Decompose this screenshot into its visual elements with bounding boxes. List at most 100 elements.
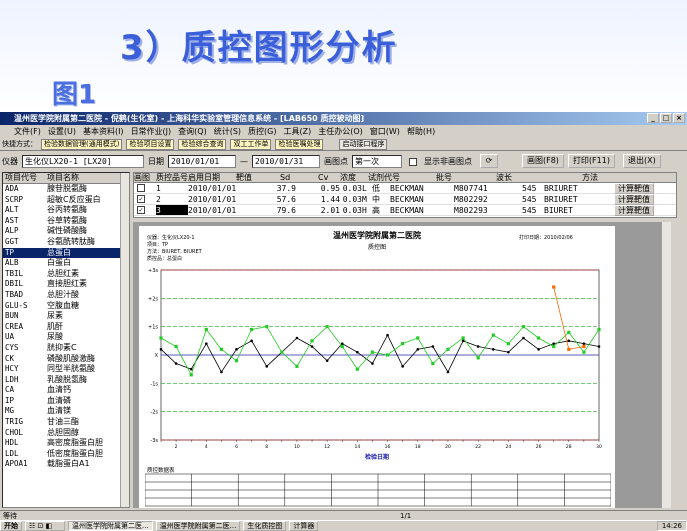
checkbox-icon[interactable] — [137, 184, 145, 192]
report-scrollbar[interactable] — [661, 222, 671, 508]
menu-item-6[interactable]: 质控(G) — [248, 126, 276, 137]
data-point — [416, 348, 420, 351]
lot-number: M807741 — [454, 184, 488, 193]
data-point — [204, 327, 208, 332]
menu-item-4[interactable]: 查询(Q) — [178, 126, 207, 137]
item-row[interactable]: LDH 乳酸脱氢酶 — [3, 375, 129, 386]
item-row[interactable]: MG 血清镁 — [3, 406, 129, 417]
item-row[interactable]: DBIL 直接胆红素 — [3, 279, 129, 290]
calc-target-button[interactable]: 计算靶值 — [614, 205, 654, 216]
item-row[interactable]: CA 血清钙 — [3, 385, 129, 396]
date-separator: — — [240, 156, 248, 166]
quick-data-management[interactable]: 检验数据管理(通用模式) — [41, 138, 123, 150]
draw-checkbox[interactable] — [134, 183, 156, 193]
chart-point-select[interactable]: 第一次 — [352, 154, 402, 168]
draw-checkbox[interactable]: ✓ — [134, 194, 156, 204]
item-code: CHOL — [5, 427, 24, 437]
item-row[interactable]: ALP 碱性磷酸酶 — [3, 226, 129, 237]
maximize-icon[interactable]: □ — [660, 113, 672, 123]
item-row[interactable]: CREA 肌酐 — [3, 322, 129, 333]
show-non-chart-checkbox[interactable] — [409, 157, 417, 166]
menu-item-0[interactable]: 文件(F) — [14, 126, 41, 137]
menu-item-1[interactable]: 设置(U) — [48, 126, 76, 137]
x-tick-label: 10 — [294, 444, 300, 450]
report-item: 项目：TP — [147, 242, 169, 248]
menu-item-7[interactable]: 工具(Z) — [284, 126, 312, 137]
print-button[interactable]: 打印(F11) — [567, 154, 615, 168]
item-row[interactable]: AST 谷草转氨酶 — [3, 216, 129, 227]
start-button[interactable]: 开始 — [0, 521, 22, 531]
item-row[interactable]: TP 总蛋白 — [3, 247, 129, 259]
data-point — [250, 327, 254, 332]
item-row[interactable]: SCRP 超敏C反应蛋白 — [3, 195, 129, 206]
qc-row[interactable]: ✓ 3 2010/01/01 79.6 2.01 0.03 H 高 BECKMAN M802293… — [134, 205, 676, 216]
item-row[interactable]: HCY 同型半胱氨酸 — [3, 364, 129, 375]
item-row[interactable]: CYS 胱抑素C — [3, 343, 129, 354]
sd-value: 0.95 — [320, 184, 340, 193]
item-row[interactable]: GLU-S 空腹血糖 — [3, 301, 129, 312]
chart-xlabel: 检验日期 — [364, 454, 389, 461]
quick-order-processing[interactable]: 检验医嘱处理 — [275, 138, 324, 150]
lot-number: M802292 — [454, 195, 488, 204]
quick-start-interface[interactable]: 启动接口程序 — [339, 138, 388, 150]
item-row[interactable]: LDL 低密度脂蛋白胆 — [3, 449, 129, 460]
quick-comprehensive-query[interactable]: 检验综合查询 — [178, 138, 227, 150]
menu-item-5[interactable]: 统计(S) — [214, 126, 241, 137]
task-calculator[interactable]: 计算器 — [289, 521, 319, 531]
draw-checkbox[interactable]: ✓ — [134, 205, 156, 215]
item-code: GLU-S — [5, 300, 28, 310]
task-app-2[interactable]: 温州医学院附属第二医... — [155, 521, 241, 531]
calc-target-button[interactable]: 计算靶值 — [614, 183, 654, 194]
checkbox-icon[interactable]: ✓ — [137, 195, 145, 203]
data-point — [174, 362, 178, 365]
item-row[interactable]: TBIL 总胆红素 — [3, 269, 129, 280]
qc-row[interactable]: ✓ 2 2010/01/01 57.6 1.44 0.03 M 中 BECKMAN M802292… — [134, 194, 676, 205]
checkbox-icon[interactable]: ✓ — [137, 206, 145, 214]
menu-item-2[interactable]: 基本资料(I) — [83, 126, 124, 137]
refresh-icon[interactable]: ⟳ — [480, 154, 498, 168]
item-name: 尿酸 — [47, 332, 63, 342]
item-row[interactable]: CHOL 总胆固醇 — [3, 428, 129, 439]
menu-item-9[interactable]: 窗口(W) — [370, 126, 400, 137]
item-row[interactable]: ALT 谷丙转氨酶 — [3, 205, 129, 216]
item-name: 低密度脂蛋白胆 — [47, 448, 103, 458]
taskbar: 开始 ☷ ⊡ ◧ 温州医学院附属第二医... 温州医学院附属第二医... 生化质… — [0, 520, 687, 531]
instrument-select[interactable]: 生化仪LX20-1 [LX20] — [22, 154, 144, 168]
item-code: TBIL — [5, 268, 24, 278]
minimize-icon[interactable]: _ — [647, 113, 659, 123]
quick-item-settings[interactable]: 检验项目设置 — [126, 138, 175, 150]
menu-item-3[interactable]: 日常作业(J) — [131, 126, 172, 137]
date-from-input[interactable]: 2010/01/01 — [168, 154, 236, 168]
item-row[interactable]: CK 磷酸肌酸激酶 — [3, 354, 129, 365]
col-item-code: 项目代号 — [5, 173, 37, 182]
task-app-1[interactable]: 温州医学院附属第二医... — [68, 521, 153, 531]
draw-button[interactable]: 画图(F8) — [522, 154, 564, 168]
target-value: 37.9 — [276, 184, 296, 193]
item-row[interactable]: ALB 白蛋白 — [3, 258, 129, 269]
date-to-input[interactable]: 2010/01/31 — [252, 154, 320, 168]
item-code: ADA — [5, 184, 19, 193]
menu-item-10[interactable]: 帮助(H) — [407, 126, 435, 137]
y-tick-label: X — [155, 353, 159, 359]
item-row[interactable]: TBAD 总胆汁酸 — [3, 290, 129, 301]
item-row[interactable]: HDL 高密度脂蛋白胆 — [3, 438, 129, 449]
status-text: 等待 — [3, 512, 17, 520]
menu-item-8[interactable]: 主任办公(O) — [318, 126, 363, 137]
item-row[interactable]: ADA 腺苷脱氨酶 — [3, 184, 129, 195]
item-row[interactable]: APOA1 载脂蛋白A1 — [3, 459, 129, 470]
qc-row[interactable]: 1 2010/01/01 37.9 0.95 0.03 L 低 BECKMAN M807741 5… — [134, 183, 676, 194]
task-qc-chart[interactable]: 生化质控图 — [243, 521, 287, 531]
item-list-scrollbar[interactable] — [120, 173, 129, 507]
qc-panel: 画图 质控品号 启用日期 靶值 Sd Cv 浓度 试剂代号 批号 波长 方法 1 2010/01/01… — [133, 172, 677, 508]
data-point — [582, 350, 586, 354]
quick-worksheet[interactable]: 双工工作单 — [230, 138, 272, 150]
item-row[interactable]: TRIG 甘油三酯 — [3, 417, 129, 428]
exit-button[interactable]: 退出(X) — [622, 154, 661, 168]
close-icon[interactable]: × — [673, 113, 685, 123]
qc-table: 画图 质控品号 启用日期 靶值 Sd Cv 浓度 试剂代号 批号 波长 方法 1 2010/01/01… — [133, 172, 677, 218]
calc-target-button[interactable]: 计算靶值 — [614, 194, 654, 205]
item-row[interactable]: UA 尿酸 — [3, 332, 129, 343]
item-row[interactable]: BUN 尿素 — [3, 311, 129, 322]
item-row[interactable]: IP 血清磷 — [3, 396, 129, 407]
item-row[interactable]: GGT 谷氨酰转肽酶 — [3, 237, 129, 248]
